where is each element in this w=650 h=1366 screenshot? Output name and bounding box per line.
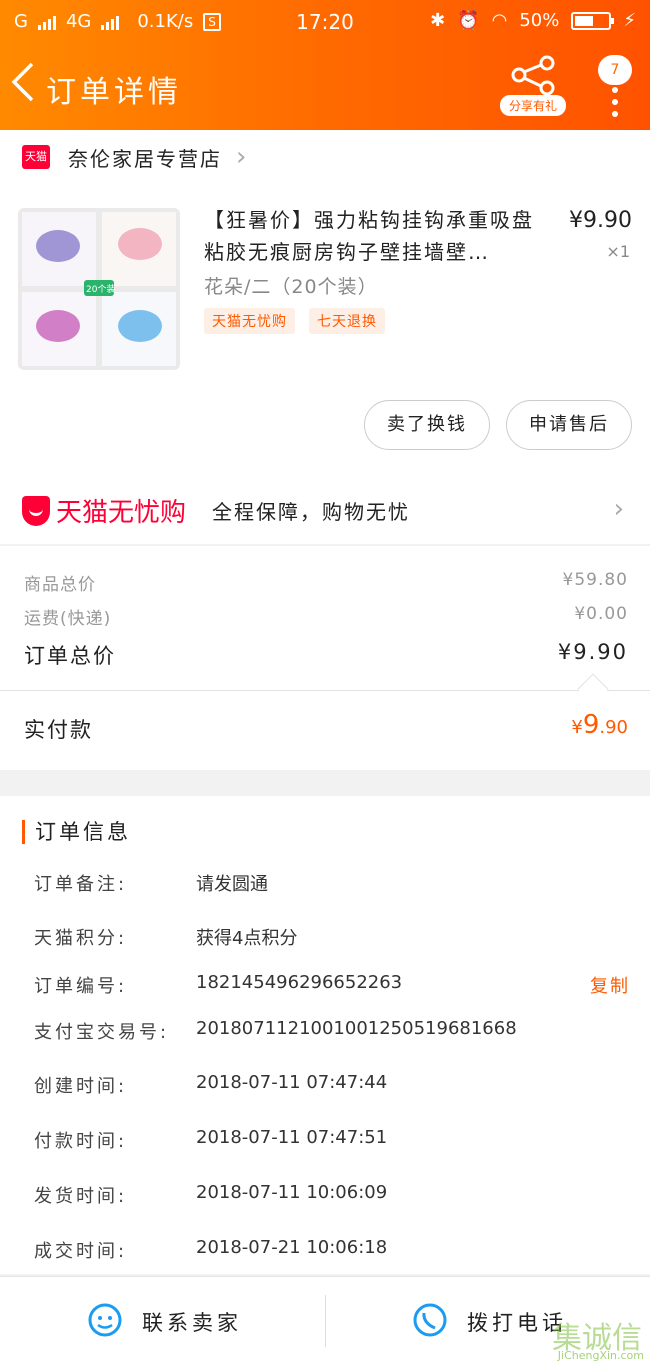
paid-decimal: .90 — [599, 717, 628, 738]
contact-seller-button[interactable]: 联系卖家 — [0, 1277, 325, 1365]
page-title: 订单详情 — [46, 75, 182, 110]
info-label: 创建时间: — [34, 1076, 128, 1097]
product-title[interactable]: 【狂暑价】强力粘钩挂钩承重吸盘粘胶无痕厨房钩子壁挂墙壁… — [204, 204, 540, 268]
shield-icon — [22, 495, 50, 526]
chevron-right-icon: › — [236, 142, 247, 172]
shipping-value: ¥0.00 — [574, 604, 628, 624]
contact-seller-label: 联系卖家 — [142, 1311, 242, 1335]
shop-card: 天猫 奈伦家居专营店 › 20个装 【狂暑价】强力粘钩挂钩承重吸盘粘胶无痕厨房钩… — [0, 130, 650, 544]
tmall-wuyou-logo: 天猫无忧购 — [22, 492, 186, 529]
bottom-bar: 联系卖家 拨打电话 集诚信 JiChengXin.com — [0, 1276, 650, 1366]
tag-seven-day-return: 七天退换 — [309, 308, 385, 334]
info-value: 请发圆通 — [196, 874, 268, 895]
battery-icon — [571, 11, 615, 30]
product-image[interactable]: 20个装 — [18, 208, 180, 370]
image-tag: 20个装 — [86, 285, 116, 295]
info-row-completed: 成交时间: 2018-07-21 10:06:18 — [34, 1237, 630, 1262]
paid-amount: ¥9.90 — [571, 710, 628, 740]
price-summary: 商品总价 ¥59.80 运费(快递) ¥0.00 订单总价 ¥9.90 实付款 … — [0, 546, 650, 770]
order-info: 订单信息 订单备注: 请发圆通 天猫积分: 获得4点积分 订单编号: 18214… — [0, 796, 650, 1274]
info-label: 订单备注: — [34, 874, 128, 895]
product-sku: 花朵/二（20个装） — [204, 276, 378, 298]
order-total-label: 订单总价 — [24, 644, 116, 668]
product-price: ¥9.90 — [569, 208, 632, 233]
chat-icon — [88, 1303, 122, 1337]
goods-total-value: ¥59.80 — [562, 570, 628, 590]
paid-integer: 9 — [582, 710, 600, 740]
copy-button[interactable]: 复制 — [590, 972, 630, 998]
order-number-value: 182145496296652263 — [196, 972, 403, 993]
info-value: 2018-07-11 07:47:51 — [196, 1127, 388, 1148]
battery-percent: 50% — [519, 10, 560, 31]
share-label: 分享有礼 — [500, 95, 566, 116]
header: G 4G 0.1K/s S 17:20 ✱ ⏰ ◠ 50% ⚡ 订单详情 分享有… — [0, 0, 650, 130]
divider — [0, 690, 650, 691]
info-value: 获得4点积分 — [196, 928, 298, 949]
wifi-icon: ◠ — [491, 10, 508, 31]
caret-up-icon — [577, 673, 609, 705]
info-row-shipped: 发货时间: 2018-07-11 10:06:09 — [34, 1182, 630, 1207]
product-quantity: ×1 — [606, 242, 630, 261]
info-row-order-number: 订单编号: 182145496296652263 复制 — [34, 972, 630, 998]
sell-button[interactable]: 卖了换钱 — [364, 400, 490, 450]
tmall-logo: 天猫 — [22, 145, 50, 169]
phone-icon — [413, 1303, 447, 1337]
info-label: 天猫积分: — [34, 928, 128, 949]
order-total-value: ¥9.90 — [557, 640, 628, 664]
watermark-url: JiChengXin.com — [557, 1349, 644, 1362]
info-value: 2018-07-11 10:06:09 — [196, 1182, 388, 1203]
guarantee-text: 全程保障，购物无忧 — [212, 500, 410, 524]
nav-bar: 订单详情 分享有礼 7 — [0, 55, 650, 119]
info-row-points: 天猫积分: 获得4点积分 — [34, 924, 630, 949]
info-row-created: 创建时间: 2018-07-11 07:47:44 — [34, 1072, 630, 1097]
info-label: 成交时间: — [34, 1241, 128, 1262]
info-row-alipay: 支付宝交易号: 2018071121001001250519681668 — [34, 1018, 630, 1043]
after-sale-button[interactable]: 申请售后 — [506, 400, 632, 450]
paid-label: 实付款 — [24, 718, 93, 742]
info-row-paid: 付款时间: 2018-07-11 07:47:51 — [34, 1127, 630, 1152]
info-label: 订单编号: — [34, 976, 128, 997]
order-info-heading: 订单信息 — [22, 820, 131, 844]
tag-worry-free: 天猫无忧购 — [204, 308, 295, 334]
wuyou-logo-text: 天猫无忧购 — [56, 498, 187, 528]
goods-total-label: 商品总价 — [24, 575, 96, 595]
status-bar: G 4G 0.1K/s S 17:20 ✱ ⏰ ◠ 50% ⚡ — [0, 0, 650, 44]
charging-icon: ⚡ — [623, 10, 636, 31]
paid-currency: ¥ — [571, 717, 583, 738]
info-label: 发货时间: — [34, 1186, 128, 1207]
more-menu-button[interactable]: 7 — [598, 55, 634, 117]
info-value: 2018071121001001250519681668 — [196, 1018, 517, 1039]
info-row-remark: 订单备注: 请发圆通 — [34, 870, 630, 895]
share-icon — [511, 55, 555, 95]
info-value: 2018-07-21 10:06:18 — [196, 1237, 388, 1258]
more-icon — [612, 87, 618, 123]
share-button[interactable]: 分享有礼 — [500, 55, 566, 119]
bluetooth-icon: ✱ — [430, 10, 446, 31]
chevron-right-icon: › — [613, 494, 624, 524]
shop-row[interactable]: 天猫 奈伦家居专营店 › — [0, 130, 650, 186]
info-label: 付款时间: — [34, 1131, 128, 1152]
shop-name: 奈伦家居专营店 — [68, 147, 222, 171]
shipping-label: 运费(快递) — [24, 609, 112, 629]
alarm-icon: ⏰ — [457, 10, 480, 31]
info-label: 支付宝交易号: — [34, 1022, 170, 1043]
back-arrow-icon[interactable] — [10, 61, 36, 110]
guarantee-row[interactable]: 天猫无忧购 全程保障，购物无忧 › — [0, 480, 650, 544]
info-value: 2018-07-11 07:47:44 — [196, 1072, 388, 1093]
message-badge: 7 — [598, 55, 632, 85]
